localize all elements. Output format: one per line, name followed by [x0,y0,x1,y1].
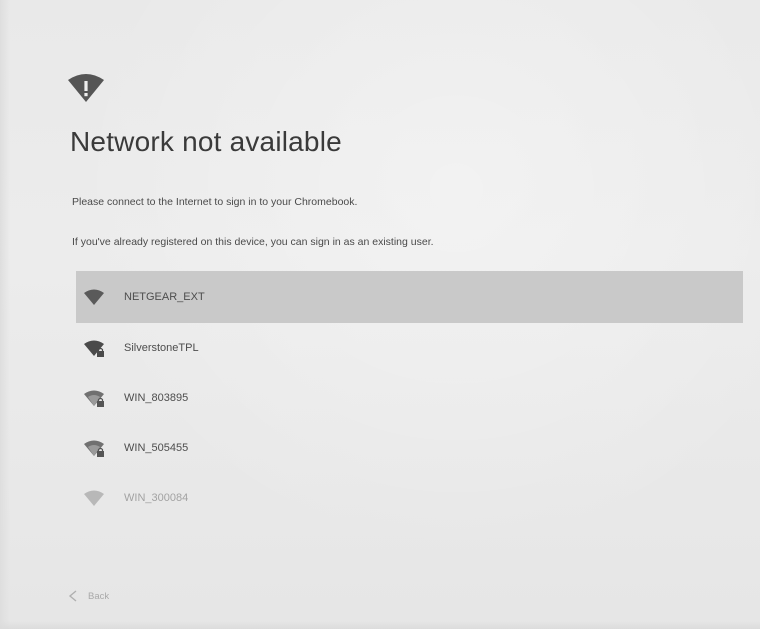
frame-edge [0,621,760,629]
network-name: NETGEAR_EXT [124,291,205,303]
page-title: Network not available [70,126,342,157]
network-list: NETGEAR_EXT SilverstoneTPL WIN_803895 WI… [76,271,743,523]
network-item-win-505455[interactable]: WIN_505455 [76,423,743,473]
wifi-lock-icon [84,340,104,357]
wifi-lock-icon [84,390,104,407]
back-button[interactable]: Back [64,588,113,604]
instruction-text: Please connect to the Internet to sign i… [72,196,358,208]
network-name: WIN_803895 [124,392,189,404]
wifi-lock-icon [84,440,104,457]
network-name: SilverstoneTPL [124,342,199,354]
wifi-alert-icon [68,74,104,102]
wifi-icon [84,289,104,305]
network-item-win-300084[interactable]: WIN_300084 [76,473,743,523]
network-item-win-803895[interactable]: WIN_803895 [76,373,743,423]
existing-user-text: If you've already registered on this dev… [72,236,434,248]
chevron-left-icon [68,590,77,602]
network-item-netgear-ext[interactable]: NETGEAR_EXT [76,271,743,323]
wifi-icon [84,490,104,506]
back-label: Back [88,590,110,602]
network-name: WIN_505455 [124,442,189,454]
screen: Network not available Please connect to … [0,0,760,629]
network-item-silverstonetpl[interactable]: SilverstoneTPL [76,323,743,373]
network-name: WIN_300084 [124,492,189,504]
frame-edge [0,0,10,629]
